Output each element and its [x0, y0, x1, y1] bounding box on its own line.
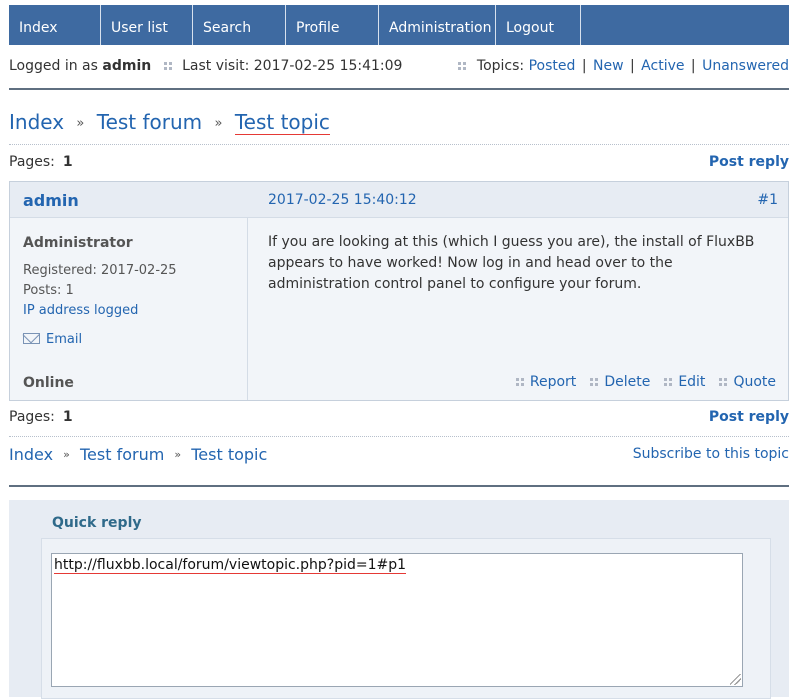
bullet-icon — [515, 378, 524, 386]
user-registered: Registered: 2017-02-25 — [23, 263, 177, 278]
ip-address-link[interactable]: IP address logged — [23, 303, 138, 318]
breadcrumb-forum[interactable]: Test forum — [80, 445, 164, 464]
current-page: 1 — [62, 154, 73, 170]
email-contact[interactable]: Email — [23, 332, 82, 347]
divider — [9, 88, 789, 90]
topics-unanswered-link[interactable]: Unanswered — [702, 58, 789, 74]
post: admin 2017-02-25 15:40:12 #1 Administrat… — [9, 181, 789, 401]
pages-indicator: Pages: 1 — [9, 154, 73, 170]
post-actions: Report Delete Edit Quote — [515, 374, 776, 390]
resize-handle-icon[interactable] — [730, 674, 741, 685]
nav-logout[interactable]: Logout — [496, 5, 581, 45]
edit-link[interactable]: Edit — [678, 374, 705, 390]
report-link[interactable]: Report — [530, 374, 576, 390]
email-icon — [23, 333, 40, 344]
user-title: Administrator — [23, 235, 133, 251]
pagination-top: Pages: 1 Post reply — [9, 154, 789, 174]
pages-label: Pages: — [9, 154, 55, 170]
online-status: Online — [23, 375, 74, 391]
status-left: Logged in as admin Last visit: 2017-02-2… — [9, 58, 402, 74]
post-header: admin 2017-02-25 15:40:12 #1 — [10, 182, 788, 218]
breadcrumb-separator: » — [174, 448, 182, 461]
quick-reply-title: Quick reply — [52, 515, 142, 531]
breadcrumb-topic[interactable]: Test topic — [234, 110, 330, 135]
nav-index[interactable]: Index — [9, 5, 101, 45]
bullet-icon — [719, 378, 728, 386]
post-message-line: administration control panel to configur… — [268, 276, 642, 292]
last-visit: Last visit: 2017-02-25 15:41:09 — [182, 58, 403, 74]
divider — [9, 485, 789, 487]
topics-posted-link[interactable]: Posted — [529, 58, 576, 74]
topics-active-link[interactable]: Active — [641, 58, 684, 74]
post-number-link[interactable]: #1 — [757, 192, 778, 208]
breadcrumb: Index » Test forum » Test topic — [9, 110, 330, 135]
topics-label: Topics: — [476, 58, 525, 74]
current-page: 1 — [62, 409, 73, 425]
quick-reply-panel: Quick reply http://fluxbb.local/forum/vi… — [9, 500, 789, 699]
nav-user-list[interactable]: User list — [101, 5, 193, 45]
topics-new-link[interactable]: New — [593, 58, 624, 74]
topics-links: Topics: Posted | New | Active | Unanswer… — [458, 58, 789, 74]
pages-label: Pages: — [9, 409, 55, 425]
breadcrumb-index[interactable]: Index — [9, 445, 53, 464]
quote-link[interactable]: Quote — [733, 374, 776, 390]
post-reply-button[interactable]: Post reply — [709, 154, 789, 170]
post-reply-button[interactable]: Post reply — [709, 409, 789, 425]
breadcrumb-separator: » — [63, 448, 70, 461]
subscribe-link[interactable]: Subscribe to this topic — [633, 446, 789, 462]
bullet-icon — [458, 62, 467, 70]
breadcrumb-separator: » — [76, 116, 85, 131]
bullet-icon — [590, 378, 599, 386]
breadcrumb-separator: » — [214, 116, 223, 131]
post-message: If you are looking at this (which I gues… — [268, 232, 778, 295]
status-bar: Logged in as admin Last visit: 2017-02-2… — [9, 58, 789, 78]
breadcrumb-bottom: Index » Test forum » Test topic — [9, 445, 267, 464]
nav-profile[interactable]: Profile — [286, 5, 379, 45]
post-date-link[interactable]: 2017-02-25 15:40:12 — [268, 192, 417, 208]
post-message-line: If you are looking at this (which I gues… — [268, 234, 755, 250]
nav-administration[interactable]: Administration — [379, 5, 496, 45]
logged-in-label: Logged in as — [9, 58, 98, 74]
email-link[interactable]: Email — [46, 332, 82, 347]
breadcrumb-topic[interactable]: Test topic — [191, 445, 267, 464]
delete-link[interactable]: Delete — [604, 374, 650, 390]
bullet-icon — [664, 378, 673, 386]
quick-reply-textarea[interactable]: http://fluxbb.local/forum/viewtopic.php?… — [51, 553, 743, 687]
post-author-link[interactable]: admin — [23, 191, 79, 210]
quick-reply-value: http://fluxbb.local/forum/viewtopic.php?… — [54, 557, 407, 574]
nav-search[interactable]: Search — [193, 5, 286, 45]
post-message-line: appears to have worked! Now log in and h… — [268, 255, 673, 271]
divider — [9, 436, 789, 437]
pages-indicator: Pages: 1 — [9, 409, 73, 425]
post-author-info: Administrator Registered: 2017-02-25 Pos… — [10, 218, 248, 400]
logged-in-username: admin — [102, 58, 152, 74]
breadcrumb-index[interactable]: Index — [9, 110, 64, 134]
bullet-icon — [163, 62, 172, 70]
pagination-bottom: Pages: 1 Post reply — [9, 409, 789, 429]
main-navigation: Index User list Search Profile Administr… — [9, 5, 789, 45]
divider — [9, 144, 789, 145]
breadcrumb-forum[interactable]: Test forum — [97, 110, 202, 134]
user-posts: Posts: 1 — [23, 283, 74, 298]
